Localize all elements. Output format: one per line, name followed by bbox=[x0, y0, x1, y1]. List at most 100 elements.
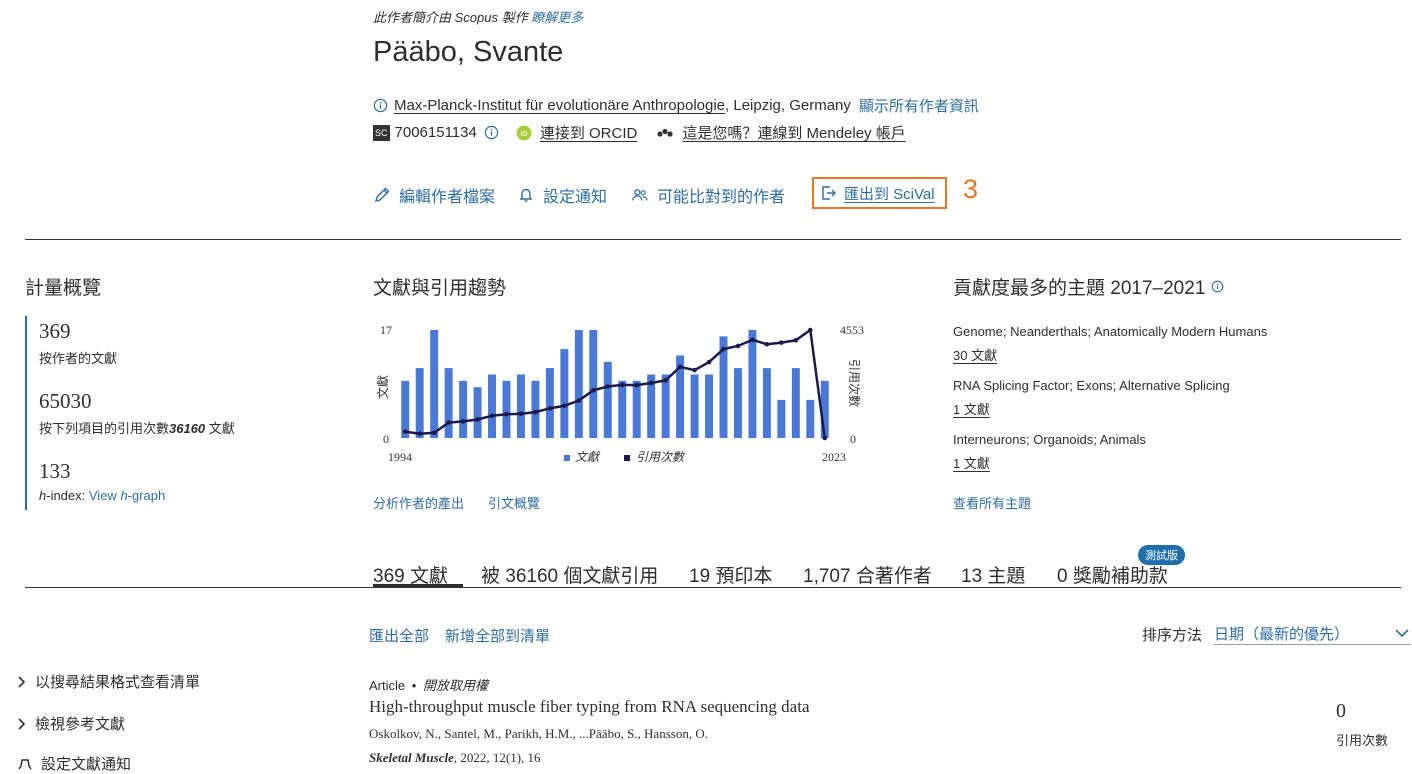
orcid-link[interactable]: 連接到 ORCID bbox=[540, 122, 638, 143]
bar-2012 bbox=[661, 374, 670, 438]
mendeley-link[interactable]: 這是您嗎？連線到 Mendeley 帳戶 bbox=[682, 122, 905, 143]
view-hgraph-link[interactable]: View h-graph bbox=[89, 488, 165, 503]
legend-citations-label: 引用次數 bbox=[636, 450, 686, 464]
doc-title-link[interactable]: High-throughput muscle fiber typing from… bbox=[369, 697, 810, 717]
metrics-heading: 計量概覽 bbox=[25, 278, 102, 299]
point-2021 bbox=[793, 337, 799, 343]
y-right-axis-label: 引用次數 bbox=[847, 359, 861, 407]
bar-2017 bbox=[733, 368, 742, 438]
bar-2009 bbox=[618, 380, 627, 438]
bar-1997 bbox=[444, 368, 453, 438]
bar-2004 bbox=[545, 368, 554, 438]
point-2007 bbox=[591, 388, 596, 393]
point-2004 bbox=[547, 406, 553, 411]
annotation-number: 3 bbox=[963, 174, 979, 204]
point-2001 bbox=[504, 411, 509, 417]
point-2019 bbox=[764, 342, 770, 347]
y-right-min-label: 0 bbox=[850, 432, 856, 446]
chevron-right-icon bbox=[17, 675, 27, 689]
topic-count-link[interactable]: 30 文獻 bbox=[953, 345, 1267, 364]
scopus-note: 此作者簡介由 Scopus 製作 瞭解更多 bbox=[373, 10, 584, 25]
people-icon bbox=[631, 186, 649, 204]
y-left-min-label: 0 bbox=[383, 432, 389, 446]
set-alert-button[interactable]: 設定通知 bbox=[517, 183, 607, 207]
tab-cited-by[interactable]: 被 36160 個文獻引用 bbox=[481, 561, 658, 588]
y-left-axis-label: 文獻 bbox=[375, 375, 390, 399]
orcid-icon: iD bbox=[516, 125, 532, 141]
point-2015 bbox=[706, 359, 712, 365]
bar-2018 bbox=[748, 330, 757, 438]
bar-2014 bbox=[690, 374, 699, 438]
scopus-id-info-icon[interactable] bbox=[484, 125, 499, 140]
potential-matches-button[interactable]: 可能比對到的作者 bbox=[631, 183, 785, 207]
show-all-info-link[interactable]: 顯示所有作者資訊 bbox=[859, 95, 979, 116]
legend-docs-swatch bbox=[564, 455, 570, 461]
citation-overview-link[interactable]: 引文概覽 bbox=[488, 493, 540, 512]
doc-authors: Oskolkov, N., Santel, M., Parikh, H.M., … bbox=[369, 726, 708, 741]
svg-text:iD: iD bbox=[520, 131, 527, 138]
tab-grants[interactable]: 0 獎勵補助款 bbox=[1057, 561, 1168, 588]
doc-meta: Article • 開放取用權 bbox=[369, 678, 488, 693]
add-all-to-list-button[interactable]: 新增全部到清單 bbox=[445, 625, 550, 646]
view-all-topics-link[interactable]: 查看所有主題 bbox=[953, 493, 1031, 512]
bar-1999 bbox=[473, 387, 482, 438]
metric-documents: 369 按作者的文獻 bbox=[39, 319, 118, 366]
learn-more-link[interactable]: 瞭解更多 bbox=[531, 10, 583, 25]
y-left-max-label: 17 bbox=[380, 323, 392, 337]
y-right-max-label: 4553 bbox=[840, 323, 864, 337]
cited-count: 0 bbox=[1336, 700, 1346, 722]
bell-icon bbox=[517, 186, 535, 204]
point-2014 bbox=[692, 367, 697, 373]
topic-count-link[interactable]: 1 文獻 bbox=[953, 399, 1267, 418]
header-divider bbox=[25, 239, 1401, 240]
point-2008 bbox=[605, 384, 611, 389]
bar-2000 bbox=[488, 374, 497, 438]
point-2005 bbox=[562, 403, 567, 409]
point-2003 bbox=[533, 409, 538, 415]
affiliation-link[interactable]: Max-Planck-Institut für evolutionäre Ant… bbox=[394, 97, 725, 114]
view-references[interactable]: 檢視參考文獻 bbox=[17, 713, 125, 734]
topics-info-icon[interactable] bbox=[1211, 280, 1224, 293]
set-document-alert[interactable]: 設定文獻通知 bbox=[17, 753, 131, 774]
trend-links: 分析作者的產出 引文概覽 bbox=[373, 493, 540, 512]
point-2023 bbox=[822, 435, 828, 441]
tab-coauthors[interactable]: 1,707 合著作者 bbox=[803, 561, 932, 588]
export-all-button[interactable]: 匯出全部 bbox=[369, 625, 429, 646]
beta-badge: 測試版 bbox=[1138, 545, 1185, 565]
analyze-output-link[interactable]: 分析作者的產出 bbox=[373, 493, 464, 512]
topic-count-link[interactable]: 1 文獻 bbox=[953, 453, 1267, 472]
pencil-icon bbox=[373, 186, 391, 204]
point-1999 bbox=[475, 417, 480, 422]
bar-2006 bbox=[574, 330, 583, 438]
sort-select[interactable]: 日期（最新的優先） bbox=[1214, 622, 1410, 645]
point-2018 bbox=[750, 337, 755, 343]
tabs-divider bbox=[25, 587, 1401, 588]
trends-heading: 文獻與引用趨勢 bbox=[373, 278, 507, 299]
metrics-accent-bar bbox=[25, 316, 27, 510]
view-as-search-results[interactable]: 以搜尋結果格式查看清單 bbox=[17, 671, 200, 692]
topics-heading: 貢獻度最多的主題 2017–2021 bbox=[953, 273, 1224, 300]
point-2016 bbox=[721, 346, 726, 352]
cited-label: 引用次數 bbox=[1336, 733, 1389, 748]
bar-2007 bbox=[589, 330, 598, 438]
point-1997 bbox=[446, 420, 451, 425]
info-icon bbox=[373, 98, 388, 113]
tab-topics[interactable]: 13 主題 bbox=[961, 561, 1025, 588]
author-name: Pääbo, Svante bbox=[373, 36, 564, 68]
point-2000 bbox=[489, 413, 495, 419]
bar-1998 bbox=[459, 380, 468, 438]
bar-1995 bbox=[415, 368, 424, 438]
tab-preprints[interactable]: 19 預印本 bbox=[689, 561, 772, 588]
doc-type: Article bbox=[369, 678, 406, 693]
point-1994 bbox=[402, 429, 408, 434]
bar-2020 bbox=[777, 399, 786, 438]
bar-2015 bbox=[705, 374, 714, 438]
open-access-label: 開放取用權 bbox=[422, 678, 488, 693]
bar-2010 bbox=[632, 380, 641, 438]
chevron-right-icon bbox=[17, 717, 27, 731]
sort-label: 排序方法 bbox=[1142, 627, 1203, 644]
export-scival-button[interactable]: 匯出到 SciVal bbox=[812, 177, 947, 209]
edit-profile-button[interactable]: 編輯作者檔案 bbox=[373, 183, 495, 207]
point-1995 bbox=[417, 431, 422, 437]
x-start-label: 1994 bbox=[388, 450, 412, 464]
